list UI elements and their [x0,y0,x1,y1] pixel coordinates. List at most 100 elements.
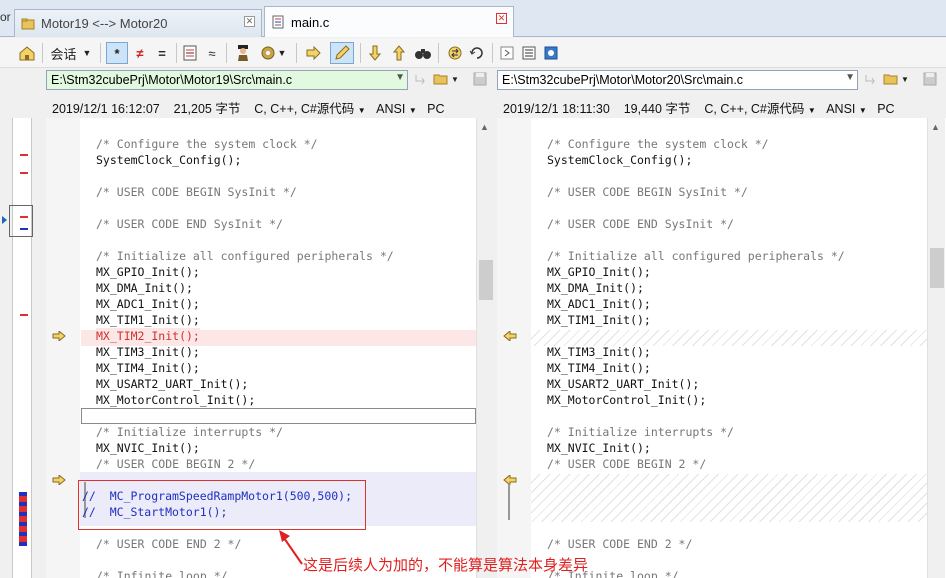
code-line[interactable]: MX_DMA_Init(); [96,280,193,296]
edit-button[interactable] [330,42,354,64]
expand-icon [500,46,514,60]
right-path-input[interactable]: E:\Stm32cubePrj\Motor\Motor20\Src\main.c… [497,70,858,90]
context-button[interactable] [180,42,200,64]
code-line[interactable]: /* Configure the system clock */ [547,136,769,152]
refresh-button[interactable] [466,42,488,64]
code-line[interactable]: MX_NVIC_Init(); [96,440,200,456]
chevron-down-icon[interactable]: ▼ [859,106,867,115]
next-difference-button[interactable] [364,42,386,64]
left-scroll-thumb[interactable] [479,260,493,300]
format-button[interactable]: ▼ [256,42,290,64]
code-line[interactable]: /* USER CODE BEGIN SysInit */ [96,184,297,200]
arrow-down-icon [369,45,381,61]
left-edge-label: or [0,10,11,24]
chevron-down-icon[interactable]: ▼ [409,106,417,115]
diff-symbol: ≠ [136,45,144,61]
right-history-button[interactable] [862,68,880,90]
code-line[interactable]: MX_ADC1_Init(); [96,296,200,312]
left-encoding[interactable]: ANSI [376,102,405,116]
code-line[interactable]: MX_TIM4_Init(); [96,360,200,376]
code-line[interactable]: /* USER CODE END 2 */ [547,536,692,552]
list-view-button[interactable] [520,42,538,64]
find-button[interactable] [412,42,434,64]
code-line[interactable]: SystemClock_Config(); [96,152,241,168]
diff-overview-ruler[interactable] [2,118,33,578]
chevron-down-icon: ▼ [451,74,459,84]
left-line-ending[interactable]: PC [427,102,444,116]
code-line[interactable]: /* Initialize interrupts */ [547,424,734,440]
code-line[interactable]: MX_MotorControl_Init(); [547,392,706,408]
chevron-down-icon[interactable]: ▼ [808,106,816,115]
home-button[interactable] [16,42,38,64]
scroll-up-icon[interactable]: ▲ [480,122,489,132]
home-icon [19,46,35,61]
right-open-folder-button[interactable]: ▼ [882,68,910,90]
code-line[interactable]: /* USER CODE END 2 */ [96,536,241,552]
left-path-input[interactable]: E:\Stm32cubePrj\Motor\Motor19\Src\main.c… [46,70,408,90]
code-line[interactable]: MX_GPIO_Init(); [96,264,200,280]
scroll-up-icon[interactable]: ▲ [931,122,940,132]
right-scrollbar[interactable]: ▲ [927,118,945,578]
swap-sides-button[interactable] [444,42,466,64]
right-line-ending[interactable]: PC [877,102,894,116]
code-line[interactable]: /* USER CODE BEGIN 2 */ [96,456,255,472]
binoculars-icon [415,49,431,59]
code-line[interactable]: /* USER CODE END SysInit */ [547,216,734,232]
copy-to-right-button[interactable] [302,42,324,64]
right-date: 2019/12/1 18:11:30 [503,102,610,116]
left-format[interactable]: C, C++, C#源代码 [254,102,354,116]
previous-difference-button[interactable] [388,42,410,64]
left-open-folder-button[interactable]: ▼ [432,68,460,90]
code-line[interactable]: MX_TIM3_Init(); [547,344,651,360]
code-line[interactable]: /* Infinite loop */ [96,568,228,578]
code-line[interactable]: MX_TIM2_Init(); [96,328,200,344]
left-scrollbar[interactable]: ▲ [476,118,494,578]
close-icon[interactable]: ✕ [244,16,255,27]
code-line[interactable]: MX_USART2_UART_Init(); [96,376,248,392]
arrow-left-icon [503,475,517,485]
right-scroll-thumb[interactable] [930,248,944,288]
tab-folder-compare[interactable]: Motor19 <--> Motor20 ✕ [14,9,262,37]
code-line[interactable]: SystemClock_Config(); [547,152,692,168]
options-button[interactable] [542,42,560,64]
rules-button[interactable] [232,42,254,64]
arrow-return-icon [865,75,875,85]
code-line[interactable]: MX_TIM1_Init(); [96,312,200,328]
code-line[interactable]: /* Configure the system clock */ [96,136,318,152]
code-line[interactable]: /* USER CODE END SysInit */ [96,216,283,232]
code-line[interactable]: /* USER CODE BEGIN 2 */ [547,456,706,472]
code-line[interactable]: MX_TIM3_Init(); [96,344,200,360]
show-differences-button[interactable]: ≠ [130,42,150,64]
ruler-viewport[interactable] [9,205,33,237]
chevron-down-icon[interactable]: ▼ [358,106,366,115]
expand-button[interactable] [498,42,516,64]
right-code-pane[interactable]: /* Configure the system clock */SystemCl… [497,118,946,578]
close-icon[interactable]: ✕ [496,13,507,24]
code-line[interactable]: MX_GPIO_Init(); [547,264,651,280]
code-line[interactable]: MX_TIM4_Init(); [547,360,651,376]
code-line[interactable]: MX_TIM1_Init(); [547,312,651,328]
left-save-button[interactable] [472,68,488,90]
code-line[interactable]: /* Initialize interrupts */ [96,424,283,440]
code-line[interactable]: MX_MotorControl_Init(); [96,392,255,408]
code-line[interactable]: /* Initialize all configured peripherals… [96,248,394,264]
session-menu-button[interactable]: 会话 ▼ [48,42,94,64]
right-save-button[interactable] [922,68,938,90]
code-line[interactable]: /* Initialize all configured peripherals… [547,248,845,264]
left-history-button[interactable] [412,68,430,90]
right-encoding[interactable]: ANSI [826,102,855,116]
show-all-button[interactable]: * [106,42,128,64]
annotation-text: 这是后续人为加的，不能算是算法本身差异 [303,557,589,574]
code-line[interactable]: MX_ADC1_Init(); [547,296,651,312]
code-line[interactable]: /* USER CODE BEGIN SysInit */ [547,184,748,200]
code-line[interactable]: MX_USART2_UART_Init(); [547,376,699,392]
show-same-button[interactable]: = [152,42,172,64]
chevron-down-icon: ▼ [901,74,909,84]
code-line[interactable]: MX_NVIC_Init(); [547,440,651,456]
chevron-down-icon[interactable]: ▼ [845,72,855,83]
chevron-down-icon[interactable]: ▼ [395,72,405,83]
tab-main-c[interactable]: main.c ✕ [264,6,514,37]
right-format[interactable]: C, C++, C#源代码 [704,102,804,116]
code-line[interactable]: MX_DMA_Init(); [547,280,644,296]
ignore-unimportant-button[interactable]: ≈ [202,42,222,64]
